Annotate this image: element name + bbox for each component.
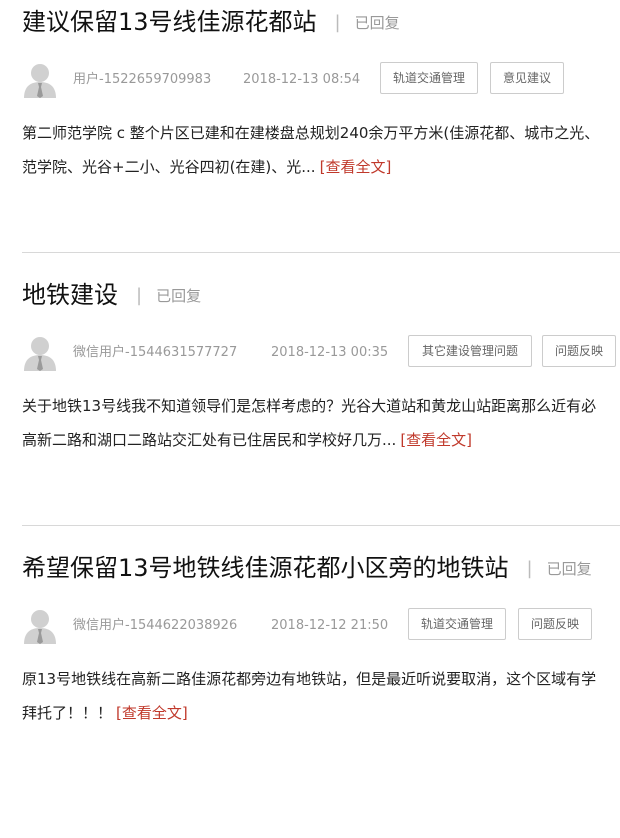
post-user: 用户-1522659709983 (73, 72, 212, 87)
reply-status-badge: 已回复 (546, 560, 592, 578)
excerpt-line: 高新二路和湖口二路站交汇处有已住居民和学校好几万... (22, 431, 397, 449)
title-separator: | (334, 12, 341, 33)
user-avatar-icon (24, 335, 56, 371)
post-time: 2018-12-13 08:54 (243, 72, 361, 87)
post-item: 希望保留13号地铁线佳源花都小区旁的地铁站 | 已回复 微信用户-154462203… (0, 546, 620, 796)
post-title[interactable]: 建议保留13号线佳源花都站 (22, 8, 317, 36)
post-excerpt: 原13号地铁线在高新二路佳源花都旁边有地铁站，但是最近听说要取消，这个区域有学 … (22, 662, 620, 838)
post-user: 微信用户-1544631577727 (73, 345, 238, 360)
post-divider (22, 252, 620, 253)
post-excerpt: 第二师范学院 c 整个片区已建和在建楼盘总规划240余万平方米(佳源花都、城市之… (22, 116, 620, 184)
tag-type-button[interactable]: 问题反映 (518, 608, 592, 640)
read-more-link[interactable]: [查看全文] (400, 431, 472, 449)
post-title-row: 希望保留13号地铁线佳源花都小区旁的地铁站 | 已回复 (22, 552, 592, 585)
post-divider (22, 525, 620, 526)
excerpt-line: 第二师范学院 c 整个片区已建和在建楼盘总规划240余万平方米(佳源花都、城市之… (22, 124, 600, 142)
tag-category-button[interactable]: 轨道交通管理 (408, 608, 506, 640)
tag-type-button[interactable]: 问题反映 (542, 335, 616, 367)
excerpt-line: 范学院、光谷+二小、光谷四初(在建)、光... (22, 158, 316, 176)
tag-category-button[interactable]: 轨道交通管理 (380, 62, 478, 94)
reply-status-badge: 已回复 (354, 14, 400, 32)
read-more-link[interactable]: [查看全文] (320, 158, 392, 176)
post-time: 2018-12-13 00:35 (271, 345, 389, 360)
excerpt-line: 拜托了！！！ (22, 704, 113, 722)
user-avatar-icon (24, 62, 56, 98)
post-title-row: 建议保留13号线佳源花都站 | 已回复 (22, 6, 400, 39)
title-separator: | (136, 285, 143, 306)
post-item: 建议保留13号线佳源花都站 | 已回复 用户-1522659709983 2018-… (0, 0, 620, 250)
post-item: 地铁建设 | 已回复 微信用户-1544631577727 2018-12-13 0… (0, 273, 620, 523)
excerpt-line: 关于地铁13号线我不知道领导们是怎样考虑的？光谷大道站和黄龙山站距离那么近有必 (22, 397, 597, 415)
post-time: 2018-12-12 21:50 (271, 618, 389, 633)
excerpt-line: 原13号地铁线在高新二路佳源花都旁边有地铁站，但是最近听说要取消，这个区域有学 (22, 670, 597, 688)
tag-category-button[interactable]: 其它建设管理问题 (408, 335, 532, 367)
read-more-link[interactable]: [查看全文] (116, 704, 188, 722)
post-title[interactable]: 地铁建设 (22, 281, 118, 309)
post-user: 微信用户-1544622038926 (73, 618, 238, 633)
post-title-row: 地铁建设 | 已回复 (22, 279, 201, 312)
tag-type-button[interactable]: 意见建议 (490, 62, 564, 94)
reply-status-badge: 已回复 (156, 287, 202, 305)
title-separator: | (526, 558, 533, 579)
user-avatar-icon (24, 608, 56, 644)
post-title[interactable]: 希望保留13号地铁线佳源花都小区旁的地铁站 (22, 554, 509, 582)
post-excerpt: 关于地铁13号线我不知道领导们是怎样考虑的？光谷大道站和黄龙山站距离那么近有必 … (22, 389, 620, 457)
